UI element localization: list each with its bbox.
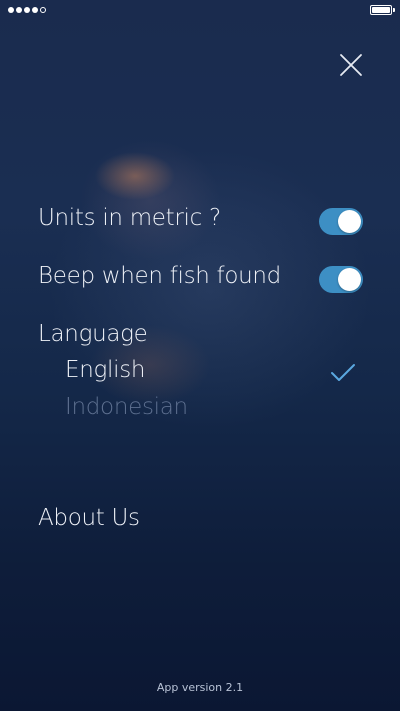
battery-icon [370, 5, 392, 15]
battery-nub [393, 8, 395, 12]
signal-strength-icon [8, 7, 46, 13]
signal-dot [8, 7, 14, 13]
check-icon [330, 363, 356, 383]
status-bar [0, 0, 400, 22]
language-option-indonesian[interactable]: Indonesian [65, 394, 188, 420]
toggle-knob [338, 210, 361, 233]
signal-dot [16, 7, 22, 13]
beep-label: Beep when fish found [38, 263, 281, 289]
close-button[interactable] [338, 52, 364, 78]
toggle-knob [338, 268, 361, 291]
language-heading: Language [38, 321, 148, 347]
battery-level [372, 7, 390, 13]
metric-units-label: Units in metric ? [38, 205, 221, 231]
language-option-english[interactable]: English [65, 357, 145, 383]
signal-dot [32, 7, 38, 13]
about-us-link[interactable]: About Us [38, 505, 140, 531]
signal-dot [40, 7, 46, 13]
beep-toggle[interactable] [319, 266, 363, 293]
signal-dot [24, 7, 30, 13]
close-icon [340, 54, 362, 76]
settings-screen: Units in metric ? Beep when fish found L… [0, 0, 400, 711]
app-version: App version 2.1 [156, 681, 244, 694]
metric-units-toggle[interactable] [319, 208, 363, 235]
